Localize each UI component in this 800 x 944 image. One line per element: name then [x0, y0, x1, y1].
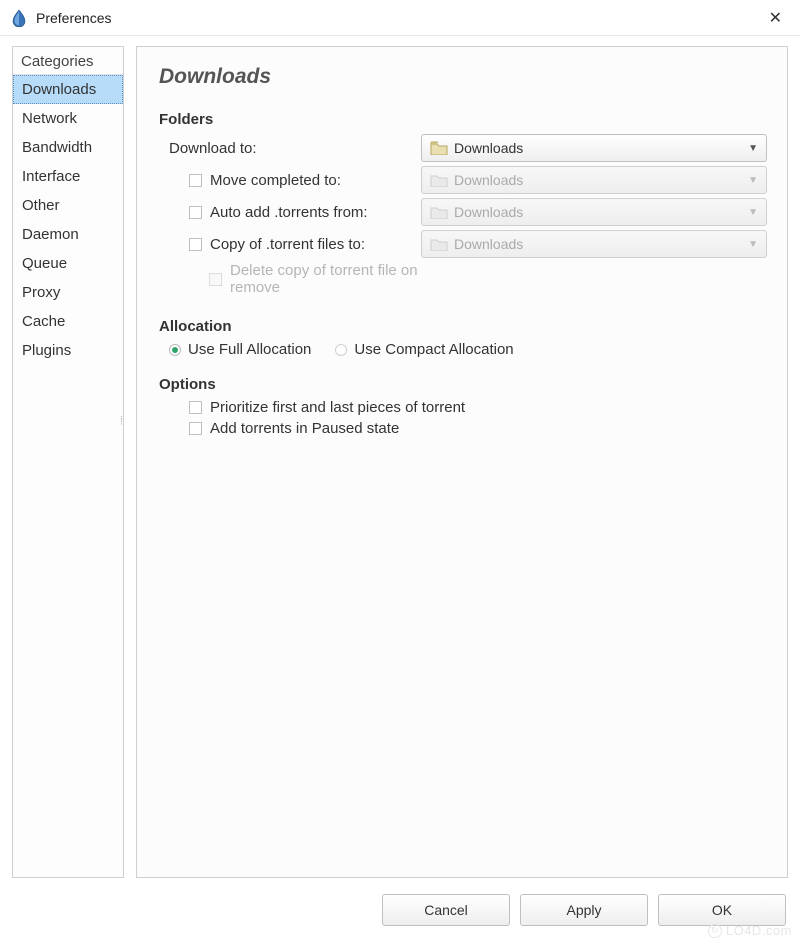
content-area: Categories Downloads Network Bandwidth I… — [0, 36, 800, 886]
titlebar: Preferences ✕ — [0, 0, 800, 36]
allocation-section-title: Allocation — [159, 318, 767, 335]
checkbox-icon — [189, 238, 202, 251]
auto-add-toggle[interactable]: Auto add .torrents from: — [169, 204, 421, 221]
download-to-label: Download to: — [169, 140, 421, 157]
sidebar-item-plugins[interactable]: Plugins — [13, 336, 123, 365]
delete-copy-toggle: Delete copy of torrent file on remove — [169, 262, 421, 296]
delete-copy-row: Delete copy of torrent file on remove — [169, 262, 767, 296]
copy-to-toggle[interactable]: Copy of .torrent files to: — [169, 236, 421, 253]
checkbox-icon — [189, 206, 202, 219]
sidebar-item-bandwidth[interactable]: Bandwidth — [13, 133, 123, 162]
sidebar-item-proxy[interactable]: Proxy — [13, 278, 123, 307]
sidebar-item-label: Network — [22, 110, 77, 127]
chevron-down-icon: ▼ — [748, 143, 758, 154]
paused-toggle[interactable]: Add torrents in Paused state — [189, 420, 767, 437]
copy-to-label: Copy of .torrent files to: — [210, 236, 365, 253]
sidebar-item-label: Bandwidth — [22, 139, 92, 156]
sidebar-item-label: Cache — [22, 313, 65, 330]
sidebar-item-label: Plugins — [22, 342, 71, 359]
allocation-compact-label: Use Compact Allocation — [354, 341, 513, 358]
auto-add-row: Auto add .torrents from: Downloads ▼ — [169, 198, 767, 226]
sidebar-item-downloads[interactable]: Downloads — [13, 75, 123, 104]
folders-section-title: Folders — [159, 111, 767, 128]
auto-add-label: Auto add .torrents from: — [210, 204, 368, 221]
sidebar-item-label: Daemon — [22, 226, 79, 243]
sidebar-item-interface[interactable]: Interface — [13, 162, 123, 191]
checkbox-icon — [189, 401, 202, 414]
allocation-full-label: Use Full Allocation — [188, 341, 311, 358]
sidebar-item-other[interactable]: Other — [13, 191, 123, 220]
chevron-down-icon: ▼ — [748, 207, 758, 218]
copy-to-value: Downloads — [454, 236, 748, 252]
sidebar-item-label: Proxy — [22, 284, 60, 301]
move-completed-row: Move completed to: Downloads ▼ — [169, 166, 767, 194]
resize-grip-icon[interactable]: ⋮⋮ — [118, 418, 124, 424]
sidebar-item-label: Interface — [22, 168, 80, 185]
chevron-down-icon: ▼ — [748, 239, 758, 250]
paused-label: Add torrents in Paused state — [210, 420, 399, 437]
chevron-down-icon: ▼ — [748, 175, 758, 186]
download-to-row: Download to: Downloads ▼ — [169, 134, 767, 162]
checkbox-icon — [189, 174, 202, 187]
download-to-select[interactable]: Downloads ▼ — [421, 134, 767, 162]
sidebar-item-cache[interactable]: Cache — [13, 307, 123, 336]
options-section-title: Options — [159, 376, 767, 393]
sidebar-item-daemon[interactable]: Daemon — [13, 220, 123, 249]
button-bar: Cancel Apply OK — [0, 886, 800, 944]
app-icon — [10, 9, 28, 27]
apply-button[interactable]: Apply — [520, 894, 648, 926]
delete-copy-label: Delete copy of torrent file on remove — [230, 262, 421, 296]
prioritize-label: Prioritize first and last pieces of torr… — [210, 399, 465, 416]
sidebar-item-label: Other — [22, 197, 60, 214]
cancel-button-label: Cancel — [424, 902, 468, 918]
close-icon[interactable]: ✕ — [761, 4, 790, 32]
move-completed-toggle[interactable]: Move completed to: — [169, 172, 421, 189]
allocation-compact-radio[interactable] — [335, 344, 347, 356]
folder-icon — [430, 141, 448, 155]
sidebar-header: Categories — [13, 47, 123, 75]
ok-button-label: OK — [712, 902, 732, 918]
allocation-full-radio[interactable] — [169, 344, 181, 356]
move-completed-select: Downloads ▼ — [421, 166, 767, 194]
window-title: Preferences — [36, 10, 111, 26]
move-completed-label: Move completed to: — [210, 172, 341, 189]
folder-icon — [430, 205, 448, 219]
apply-button-label: Apply — [566, 902, 601, 918]
checkbox-icon — [189, 422, 202, 435]
download-to-value: Downloads — [454, 140, 748, 156]
auto-add-select: Downloads ▼ — [421, 198, 767, 226]
sidebar-item-queue[interactable]: Queue — [13, 249, 123, 278]
folder-icon — [430, 173, 448, 187]
copy-to-select: Downloads ▼ — [421, 230, 767, 258]
categories-sidebar: Categories Downloads Network Bandwidth I… — [12, 46, 124, 878]
sidebar-item-label: Queue — [22, 255, 67, 272]
folder-icon — [430, 237, 448, 251]
panel-title: Downloads — [159, 65, 767, 89]
ok-button[interactable]: OK — [658, 894, 786, 926]
cancel-button[interactable]: Cancel — [382, 894, 510, 926]
prioritize-toggle[interactable]: Prioritize first and last pieces of torr… — [189, 399, 767, 416]
move-completed-value: Downloads — [454, 172, 748, 188]
sidebar-item-label: Downloads — [22, 81, 96, 98]
checkbox-icon — [209, 273, 222, 286]
copy-to-row: Copy of .torrent files to: Downloads ▼ — [169, 230, 767, 258]
settings-panel: Downloads Folders Download to: Downloads… — [136, 46, 788, 878]
sidebar-item-network[interactable]: Network — [13, 104, 123, 133]
auto-add-value: Downloads — [454, 204, 748, 220]
